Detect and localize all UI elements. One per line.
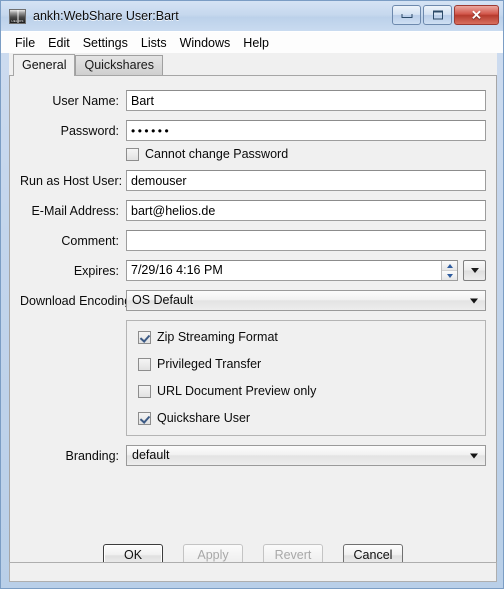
password-input[interactable] (126, 120, 486, 141)
row-download-encoding: Download Encoding: OS Default (20, 290, 486, 311)
spinner-up-icon[interactable] (442, 261, 457, 271)
row-expires: Expires: (20, 260, 486, 281)
branding-select[interactable]: default (126, 445, 486, 466)
download-encoding-select[interactable]: OS Default (126, 290, 486, 311)
expires-control (126, 260, 486, 281)
expires-label: Expires: (73, 263, 119, 278)
row-quickshare-user: Quickshare User (127, 411, 485, 425)
user-name-input[interactable] (126, 90, 486, 111)
expires-input[interactable] (127, 260, 441, 281)
branding-label: Branding: (65, 448, 119, 463)
title-bar: HELIOS ankh:WebShare User:Bart ✕ (1, 1, 503, 31)
email-address-label: E-Mail Address: (31, 203, 119, 218)
cannot-change-password-checkbox[interactable] (126, 147, 139, 161)
url-document-preview-only-checkbox[interactable] (138, 384, 151, 398)
menu-item-edit[interactable]: Edit (42, 34, 77, 52)
helios-logo-text: HELIOS (11, 18, 24, 23)
chevron-down-icon (470, 453, 478, 458)
user-name-label: User Name: (52, 93, 119, 108)
maximize-icon (432, 10, 443, 20)
menu-item-settings[interactable]: Settings (77, 34, 135, 52)
row-comment: Comment: (20, 230, 486, 251)
run-as-host-user-input[interactable] (126, 170, 486, 191)
client-area: General Quickshares User Name: Password:… (9, 53, 497, 582)
quickshare-user-label: Quickshare User (157, 411, 251, 425)
expires-spinner-field (126, 260, 458, 281)
comment-label: Comment: (61, 233, 119, 248)
tab-panel-general: User Name: Password: Cannot change Passw… (9, 75, 497, 582)
menu-bar: File Edit Settings Lists Windows Help (1, 31, 503, 53)
helios-logo-icon: HELIOS (9, 8, 26, 24)
row-run-as-host-user: Run as Host User: (20, 170, 486, 191)
application-window: HELIOS ankh:WebShare User:Bart ✕ File Ed… (0, 0, 504, 589)
chevron-down-icon (470, 298, 478, 303)
menu-item-help[interactable]: Help (237, 34, 276, 52)
window-controls: ✕ (392, 5, 499, 25)
window-title: ankh:WebShare User:Bart (33, 9, 179, 23)
privileged-transfer-checkbox[interactable] (138, 357, 151, 371)
menu-item-file[interactable]: File (9, 34, 42, 52)
row-url-document-preview-only: URL Document Preview only (127, 384, 485, 398)
row-zip-streaming-format: Zip Streaming Format (127, 330, 485, 344)
status-bar (9, 562, 497, 582)
branding-value: default (132, 448, 170, 462)
row-cannot-change-password: Cannot change Password (20, 147, 486, 161)
spinner-down-icon[interactable] (442, 271, 457, 280)
run-as-host-user-label: Run as Host User: (20, 173, 123, 188)
cannot-change-password-label: Cannot change Password (145, 147, 289, 161)
row-password: Password: (20, 120, 486, 141)
minimize-icon (401, 14, 412, 19)
comment-input[interactable] (126, 230, 486, 251)
close-button[interactable]: ✕ (454, 5, 499, 25)
close-icon: ✕ (471, 7, 482, 23)
download-encoding-label: Download Encoding: (20, 293, 135, 308)
row-user-name: User Name: (20, 90, 486, 111)
row-privileged-transfer: Privileged Transfer (127, 357, 485, 371)
url-document-preview-only-label: URL Document Preview only (157, 384, 317, 398)
row-email-address: E-Mail Address: (20, 200, 486, 221)
minimize-button[interactable] (392, 5, 421, 25)
zip-streaming-format-checkbox[interactable] (138, 330, 151, 344)
row-branding: Branding: default (20, 445, 486, 466)
expires-calendar-dropdown-button[interactable] (463, 260, 486, 281)
options-group: Zip Streaming Format Privileged Transfer… (126, 320, 486, 436)
menu-item-windows[interactable]: Windows (174, 34, 238, 52)
zip-streaming-format-label: Zip Streaming Format (157, 330, 278, 344)
tab-strip: General Quickshares (9, 53, 497, 76)
tab-general[interactable]: General (13, 54, 76, 76)
email-address-input[interactable] (126, 200, 486, 221)
password-label: Password: (60, 123, 119, 138)
privileged-transfer-label: Privileged Transfer (157, 357, 262, 371)
menu-item-lists[interactable]: Lists (135, 34, 174, 52)
download-encoding-value: OS Default (132, 293, 194, 307)
user-form: User Name: Password: Cannot change Passw… (10, 76, 496, 475)
quickshare-user-checkbox[interactable] (138, 411, 151, 425)
expires-spin-buttons (441, 261, 457, 280)
maximize-button[interactable] (423, 5, 452, 25)
tab-quickshares[interactable]: Quickshares (75, 55, 163, 75)
